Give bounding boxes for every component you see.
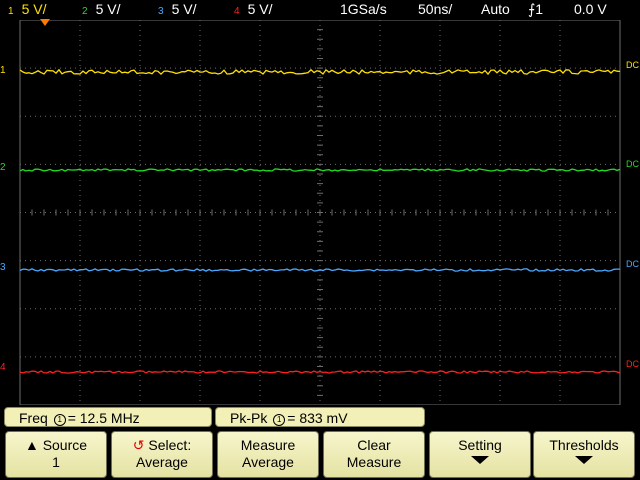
- ch1-scale[interactable]: 15 V/: [8, 1, 46, 20]
- source-circle-icon: 1: [273, 414, 286, 426]
- ch3-scale[interactable]: 35 V/: [158, 1, 196, 20]
- trigger-mode[interactable]: Auto: [481, 1, 510, 17]
- freq-measurement: Freq 1 = 12.5 MHz: [4, 407, 212, 427]
- rotary-knob-icon: ↺: [132, 437, 145, 453]
- trigger-position-icon: [40, 19, 50, 26]
- measure-average-softkey[interactable]: Measure Average: [217, 431, 319, 478]
- ch4-scale[interactable]: 45 V/: [234, 1, 272, 20]
- thresholds-softkey[interactable]: Thresholds: [533, 431, 635, 478]
- waveform-display: [19, 19, 621, 405]
- source-circle-icon: 1: [53, 414, 66, 426]
- pkpk-measurement: Pk-Pk 1 = 833 mV: [215, 407, 425, 427]
- sample-rate: 1GSa/s: [340, 1, 387, 17]
- ch4-coupling: DC: [626, 359, 639, 369]
- select-softkey[interactable]: ↺ Select: Average: [111, 431, 213, 478]
- ch1-marker[interactable]: 1: [0, 66, 6, 76]
- ch1-coupling: DC: [626, 60, 639, 70]
- status-bar: 15 V/ 25 V/ 35 V/ 45 V/ 1GSa/s 50ns/ Aut…: [0, 0, 640, 20]
- clear-measure-softkey[interactable]: Clear Measure: [323, 431, 425, 478]
- down-arrow-icon: [575, 456, 593, 464]
- ch2-scale[interactable]: 25 V/: [82, 1, 120, 20]
- up-arrow-icon: ▲: [24, 437, 39, 453]
- source-softkey[interactable]: ▲ Source 1: [5, 431, 107, 478]
- ch3-marker[interactable]: 3: [0, 263, 6, 273]
- ch2-coupling: DC: [626, 159, 639, 169]
- setting-softkey[interactable]: Setting: [429, 431, 531, 478]
- ch2-marker[interactable]: 2: [0, 163, 6, 173]
- graticule-grid: [19, 19, 621, 405]
- timebase[interactable]: 50ns/: [418, 1, 452, 17]
- ch4-marker[interactable]: 4: [0, 363, 6, 373]
- down-arrow-icon: [471, 456, 489, 464]
- ch4-trace: [19, 370, 621, 374]
- trigger-level[interactable]: 0.0 V: [574, 1, 607, 17]
- ch3-coupling: DC: [626, 259, 639, 269]
- trigger-source[interactable]: ⨍1: [528, 1, 543, 17]
